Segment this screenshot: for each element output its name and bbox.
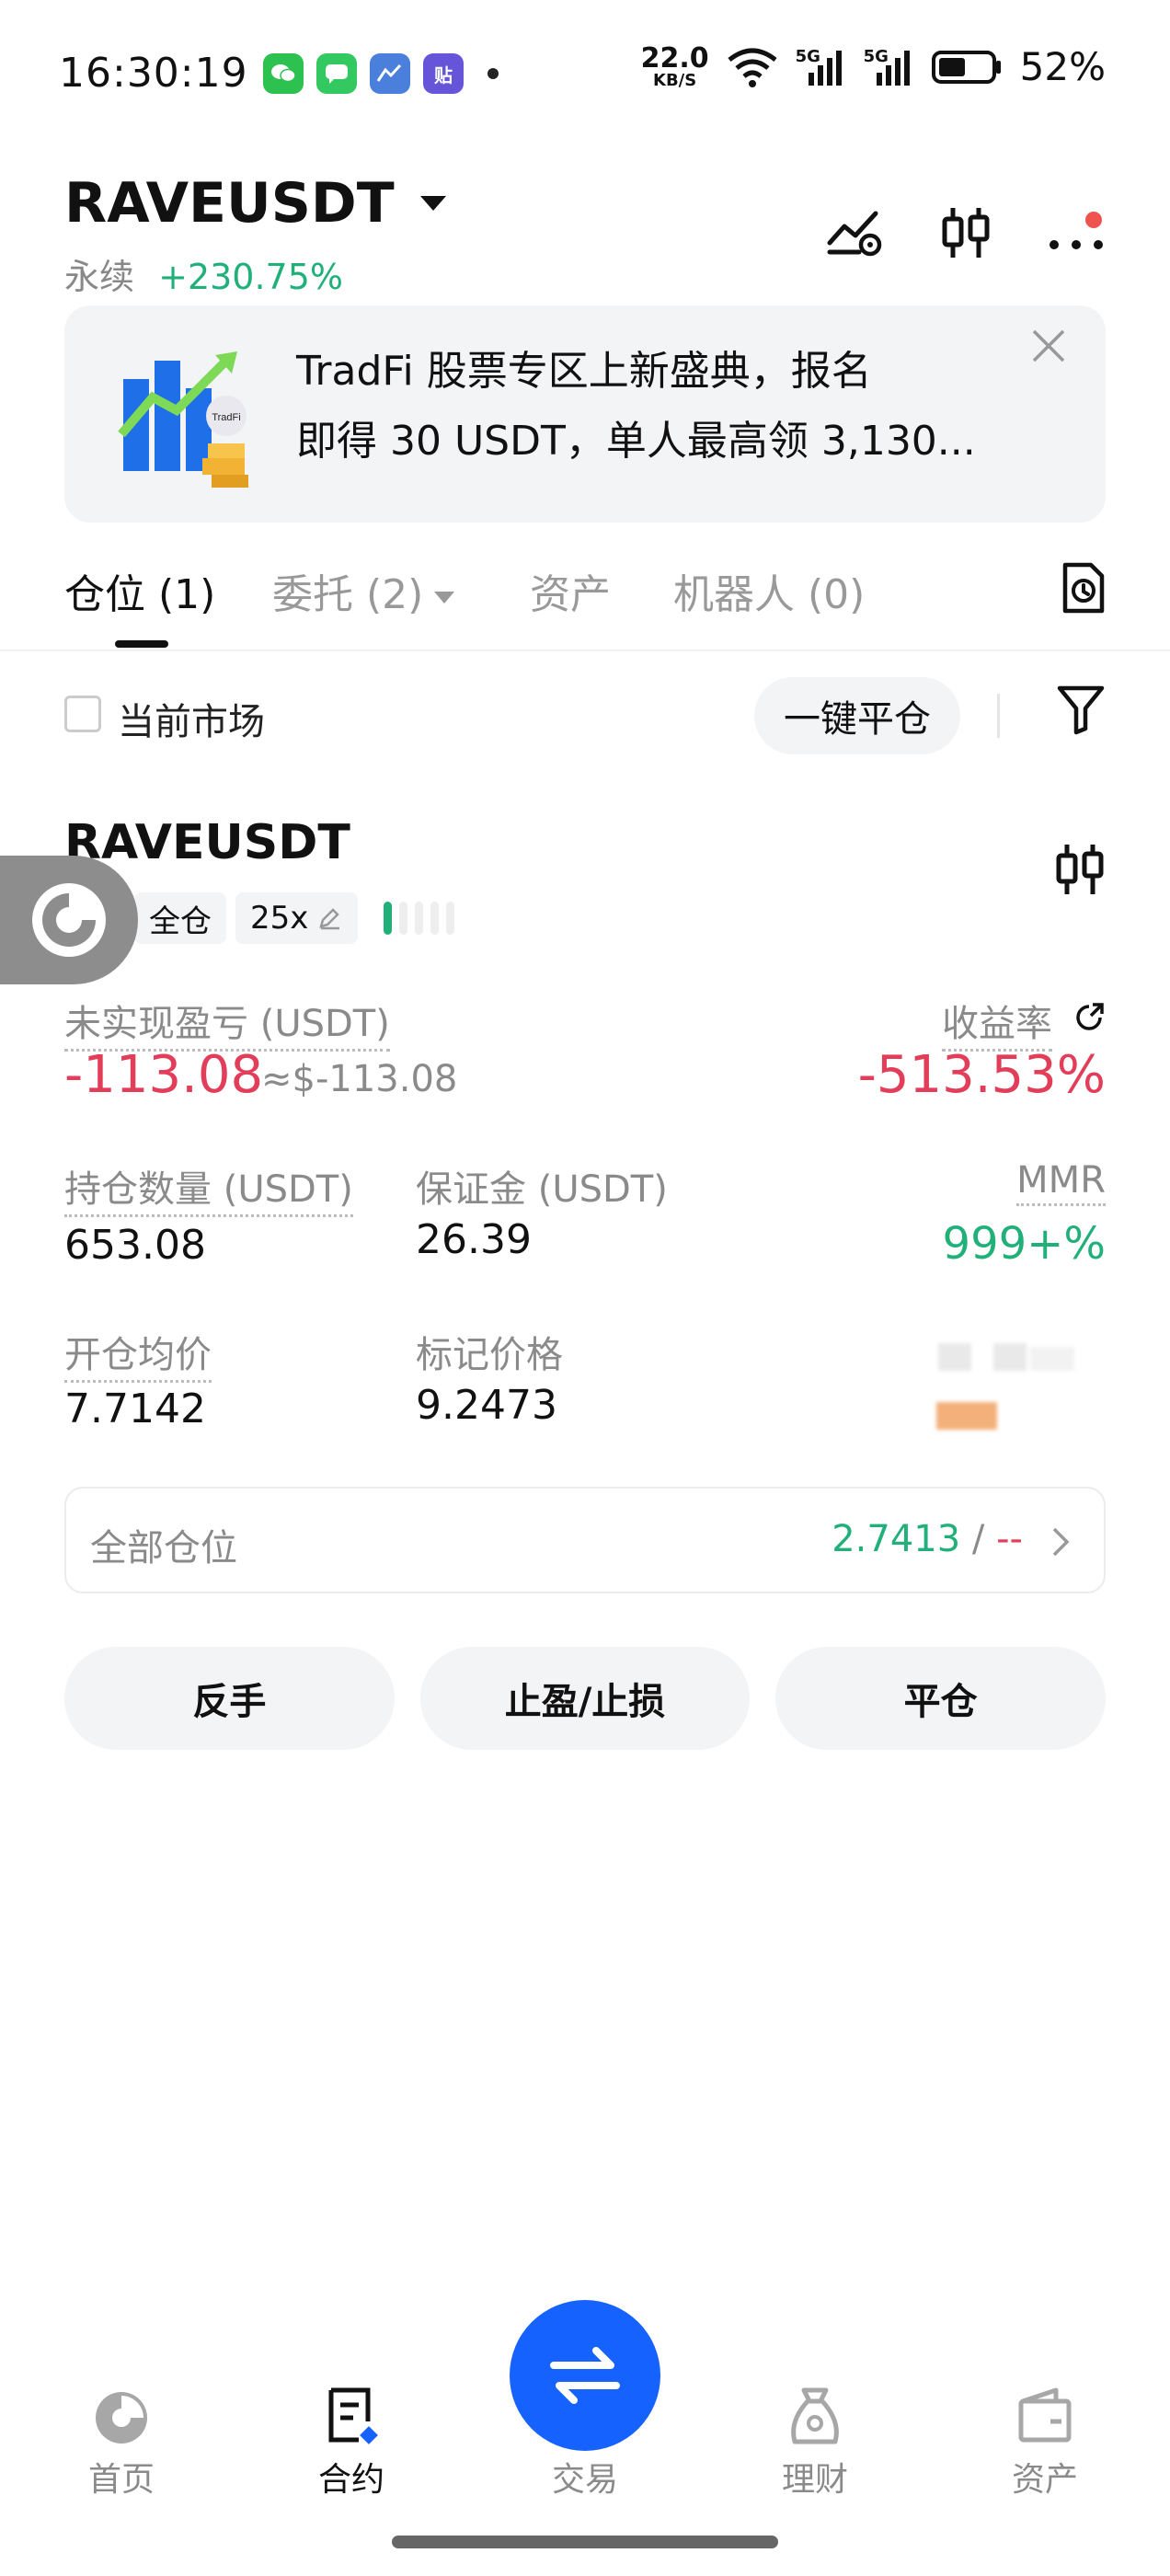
all-positions-row[interactable]: 全部仓位 2.7413 / -- bbox=[64, 1487, 1106, 1593]
all-positions-summary: 2.7413 / -- bbox=[832, 1518, 1023, 1560]
vertical-separator bbox=[997, 694, 1000, 738]
more-notifications-dot bbox=[488, 68, 499, 79]
mark-price-label: 标记价格 bbox=[416, 1334, 563, 1376]
signal-icon-1: 5G bbox=[796, 47, 847, 87]
margin-value: 26.39 bbox=[416, 1216, 532, 1263]
current-market-checkbox[interactable] bbox=[64, 696, 101, 732]
bottom-navigation: 首页 合约 交易 理财 资产 bbox=[0, 2282, 1170, 2502]
tab-bots[interactable]: 机器人 (0) bbox=[673, 561, 865, 620]
status-bar: 16:30:19 贴 22.0 KB/S 5G 5G 52% bbox=[0, 0, 1170, 147]
nav-home-label: 首页 bbox=[87, 2461, 155, 2499]
nav-earn[interactable]: 理财 bbox=[741, 2282, 889, 2502]
candlestick-chart-icon[interactable] bbox=[1054, 841, 1106, 898]
notification-icons: 贴 bbox=[263, 53, 499, 94]
banner-text-line1: TradFi 股票专区上新盛典，报名 bbox=[296, 348, 872, 395]
reverse-button[interactable]: 反手 bbox=[64, 1647, 395, 1750]
money-bag-icon bbox=[791, 2387, 839, 2444]
wifi-icon bbox=[728, 48, 777, 87]
battery-percent: 52% bbox=[1019, 44, 1106, 89]
mmr-value: 999+% bbox=[942, 1218, 1106, 1270]
symbol-title: RAVEUSDT bbox=[64, 171, 395, 236]
liquidation-price-obscured bbox=[911, 1328, 1085, 1439]
all-positions-label: 全部仓位 bbox=[90, 1527, 237, 1570]
wallet-icon bbox=[1018, 2387, 1072, 2443]
tab-assets[interactable]: 资产 bbox=[530, 561, 611, 620]
nav-trade[interactable]: 交易 bbox=[511, 2282, 659, 2502]
position-size-label[interactable]: 持仓数量 (USDT) bbox=[64, 1159, 353, 1217]
nav-assets-label: 资产 bbox=[1011, 2461, 1078, 2499]
history-document-icon[interactable] bbox=[1060, 561, 1106, 615]
unrealized-pnl-label[interactable]: 未实现盈亏 (USDT) bbox=[64, 994, 390, 1052]
svg-text:TradFi: TradFi bbox=[212, 412, 240, 423]
trend-signal-icon[interactable] bbox=[826, 208, 885, 258]
close-position-button[interactable]: 平仓 bbox=[775, 1647, 1107, 1750]
tieba-icon: 贴 bbox=[423, 53, 464, 94]
tab-positions[interactable]: 仓位 (1) bbox=[64, 561, 215, 620]
position-size-value: 653.08 bbox=[64, 1222, 206, 1269]
nav-contract-label: 合约 bbox=[317, 2461, 384, 2499]
promo-banner[interactable]: TradFi TradFi 股票专区上新盛典，报名 即得 30 USDT，单人最… bbox=[64, 305, 1106, 523]
edit-icon bbox=[319, 908, 340, 930]
position-tabs: 仓位 (1) 委托 (2) 资产 机器人 (0) bbox=[64, 552, 1106, 653]
leverage-badge[interactable]: 25x bbox=[235, 892, 359, 944]
floating-assistant-button[interactable] bbox=[0, 856, 138, 984]
unrealized-pnl-value: -113.08 bbox=[64, 1045, 264, 1105]
close-all-button[interactable]: 一键平仓 bbox=[754, 677, 960, 754]
mark-price-value: 9.2473 bbox=[416, 1382, 557, 1429]
adl-indicator bbox=[384, 902, 455, 935]
current-market-label: 当前市场 bbox=[118, 701, 265, 743]
caret-down-icon bbox=[434, 591, 455, 604]
tradfi-banner-image: TradFi bbox=[118, 351, 248, 488]
tab-orders[interactable]: 委托 (2) bbox=[272, 561, 455, 620]
unrealized-pnl-usd: ≈$-113.08 bbox=[261, 1058, 458, 1100]
home-indicator[interactable] bbox=[392, 2536, 778, 2548]
network-speed: 22.0 KB/S bbox=[640, 41, 709, 90]
nav-assets[interactable]: 资产 bbox=[971, 2282, 1118, 2502]
header: RAVEUSDT 永续 +230.75% bbox=[64, 171, 1106, 309]
contract-document-icon bbox=[328, 2387, 378, 2444]
entry-price-value: 7.7142 bbox=[64, 1386, 206, 1432]
roe-value: -513.53% bbox=[857, 1045, 1106, 1105]
battery-icon bbox=[931, 50, 1001, 84]
roe-label[interactable]: 收益率 bbox=[942, 994, 1052, 1052]
caret-down-icon bbox=[419, 196, 446, 211]
price-change: +230.75% bbox=[158, 257, 344, 297]
nav-trade-label: 交易 bbox=[551, 2461, 618, 2499]
banner-text-line2: 即得 30 USDT，单人最高领 3,130... bbox=[296, 418, 976, 465]
tabs-divider bbox=[0, 650, 1170, 651]
wechat-icon bbox=[263, 53, 304, 94]
nav-home[interactable]: 首页 bbox=[48, 2282, 195, 2502]
position-symbol: RAVEUSDT bbox=[64, 815, 350, 870]
filter-icon[interactable] bbox=[1056, 683, 1106, 736]
nav-contract[interactable]: 合约 bbox=[278, 2282, 425, 2502]
signal-icon-2: 5G bbox=[864, 47, 915, 87]
contract-type: 永续 bbox=[64, 257, 135, 297]
tpsl-button[interactable]: 止盈/止损 bbox=[419, 1647, 751, 1750]
filter-row: 当前市场 一键平仓 bbox=[64, 677, 1106, 760]
more-menu-button[interactable] bbox=[1047, 208, 1106, 258]
margin-mode-badge: 全仓 bbox=[134, 892, 226, 944]
mmr-label[interactable]: MMR bbox=[1016, 1159, 1106, 1206]
notification-badge bbox=[1085, 212, 1102, 228]
active-tab-indicator bbox=[115, 640, 168, 648]
position-actions: 反手 止盈/止损 平仓 bbox=[64, 1647, 1107, 1750]
app-blue-icon bbox=[370, 53, 410, 94]
nav-earn-label: 理财 bbox=[781, 2461, 848, 2499]
close-icon[interactable] bbox=[1030, 328, 1067, 364]
candlestick-chart-icon[interactable] bbox=[940, 204, 992, 261]
leverage-value: 25x bbox=[250, 900, 309, 937]
chevron-right-icon bbox=[1052, 1527, 1070, 1557]
entry-price-label[interactable]: 开仓均价 bbox=[64, 1325, 212, 1383]
app-logo-icon bbox=[32, 883, 106, 957]
message-icon bbox=[316, 53, 357, 94]
home-icon bbox=[96, 2392, 147, 2444]
status-time: 16:30:19 bbox=[59, 50, 248, 97]
margin-label: 保证金 (USDT) bbox=[416, 1168, 668, 1211]
tab-orders-label: 委托 (2) bbox=[272, 571, 424, 618]
symbol-selector[interactable]: RAVEUSDT bbox=[64, 171, 446, 236]
share-icon[interactable] bbox=[1072, 1001, 1106, 1034]
